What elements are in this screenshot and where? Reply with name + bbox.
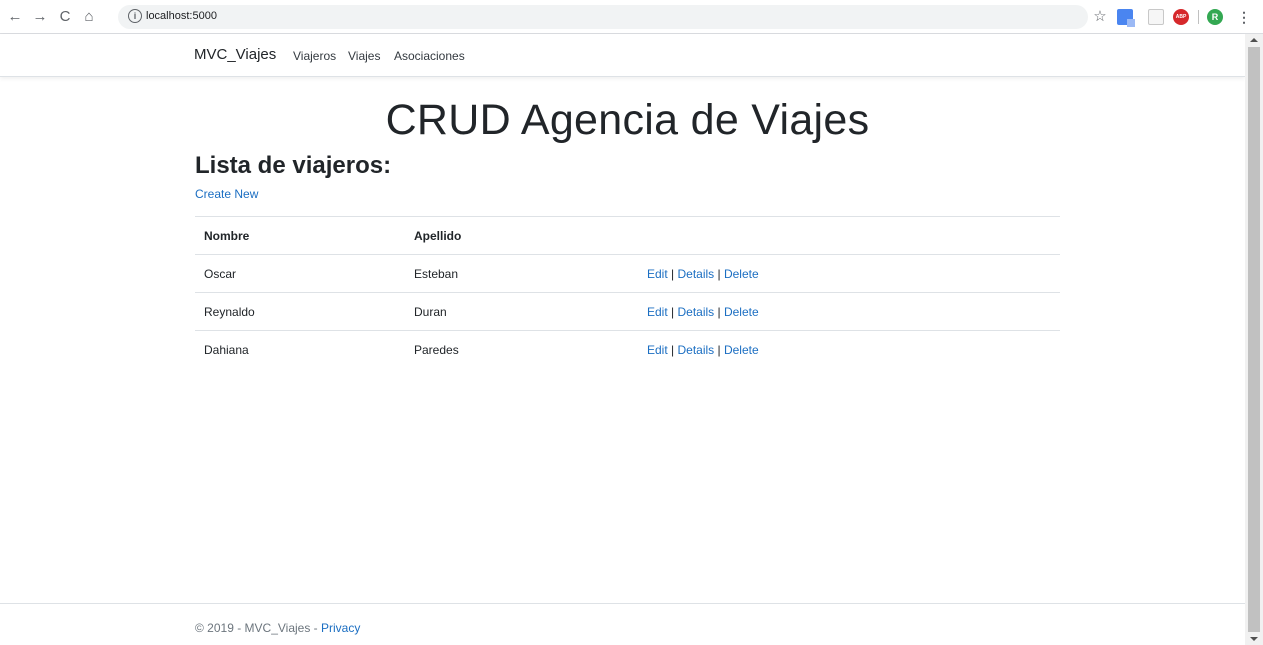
action-separator: | <box>667 305 678 319</box>
cell-apellido: Esteban <box>414 267 459 281</box>
site-footer: © 2019 - MVC_Viajes - Privacy <box>0 603 1245 645</box>
delete-link[interactable]: Delete <box>724 267 759 281</box>
edit-link[interactable]: Edit <box>647 305 668 319</box>
url-text[interactable]: localhost:5000 <box>146 10 217 22</box>
browser-toolbar: ← → C ⌂ i localhost:5000 ☆ ABP R ⋮ <box>0 0 1263 34</box>
row-actions: Edit | Details | Delete <box>647 343 759 357</box>
toolbar-divider <box>1198 10 1199 24</box>
row-actions: Edit | Details | Delete <box>647 267 759 281</box>
reload-icon[interactable]: C <box>56 8 74 26</box>
navbar-brand[interactable]: MVC_Viajes <box>194 46 276 63</box>
nav-link-asociaciones[interactable]: Asociaciones <box>394 49 465 63</box>
back-icon[interactable]: ← <box>6 8 24 26</box>
column-header-nombre: Nombre <box>204 229 250 243</box>
cell-nombre: Oscar <box>204 267 237 281</box>
profile-avatar[interactable]: R <box>1207 9 1223 25</box>
translate-extension-icon[interactable] <box>1117 9 1135 27</box>
scrollbar-thumb[interactable] <box>1248 47 1260 632</box>
action-separator: | <box>714 305 724 319</box>
row-actions: Edit | Details | Delete <box>647 305 759 319</box>
footer-text: © 2019 - MVC_Viajes - Privacy <box>195 621 360 635</box>
table-row: Oscar Esteban Edit | Details | Delete <box>195 254 1060 292</box>
page-title: Lista de viajeros: <box>195 152 392 179</box>
footer-copyright: © 2019 - MVC_Viajes - <box>195 621 322 635</box>
bookmark-star-icon[interactable]: ☆ <box>1092 9 1108 25</box>
create-new-link[interactable]: Create New <box>195 187 258 201</box>
details-link[interactable]: Details <box>677 343 714 357</box>
info-icon[interactable]: i <box>128 9 142 23</box>
scroll-up-arrow-icon[interactable] <box>1250 38 1258 42</box>
address-bar[interactable]: i localhost:5000 <box>118 5 1088 29</box>
home-icon[interactable]: ⌂ <box>80 8 98 26</box>
table-row: Dahiana Paredes Edit | Details | Delete <box>195 330 1060 368</box>
action-separator: | <box>714 343 724 357</box>
forward-icon[interactable]: → <box>31 8 49 26</box>
details-link[interactable]: Details <box>677 267 714 281</box>
delete-link[interactable]: Delete <box>724 305 759 319</box>
site-navbar: MVC_Viajes Viajeros Viajes Asociaciones <box>0 34 1245 77</box>
browser-menu-icon[interactable]: ⋮ <box>1236 9 1252 25</box>
page-viewport: MVC_Viajes Viajeros Viajes Asociaciones … <box>0 34 1245 645</box>
details-link[interactable]: Details <box>677 305 714 319</box>
vertical-scrollbar[interactable] <box>1245 34 1263 645</box>
cell-apellido: Duran <box>414 305 447 319</box>
hero-title: CRUD Agencia de Viajes <box>385 96 870 144</box>
action-separator: | <box>667 267 678 281</box>
privacy-link[interactable]: Privacy <box>321 621 360 635</box>
cell-nombre: Reynaldo <box>204 305 255 319</box>
table-row: Reynaldo Duran Edit | Details | Delete <box>195 292 1060 330</box>
adblock-plus-icon[interactable]: ABP <box>1173 9 1189 25</box>
edit-link[interactable]: Edit <box>647 343 668 357</box>
cell-nombre: Dahiana <box>204 343 249 357</box>
cell-apellido: Paredes <box>414 343 459 357</box>
scroll-down-arrow-icon[interactable] <box>1250 637 1258 641</box>
delete-link[interactable]: Delete <box>724 343 759 357</box>
edit-link[interactable]: Edit <box>647 267 668 281</box>
table-header-row: Nombre Apellido <box>195 216 1060 254</box>
action-separator: | <box>714 267 724 281</box>
nav-link-viajeros[interactable]: Viajeros <box>293 49 336 63</box>
action-separator: | <box>667 343 678 357</box>
travelers-table: Nombre Apellido Oscar Esteban Edit | Det… <box>195 216 1060 368</box>
column-header-apellido: Apellido <box>414 229 462 243</box>
extension-icon[interactable] <box>1148 9 1164 25</box>
nav-link-viajes[interactable]: Viajes <box>348 49 380 63</box>
